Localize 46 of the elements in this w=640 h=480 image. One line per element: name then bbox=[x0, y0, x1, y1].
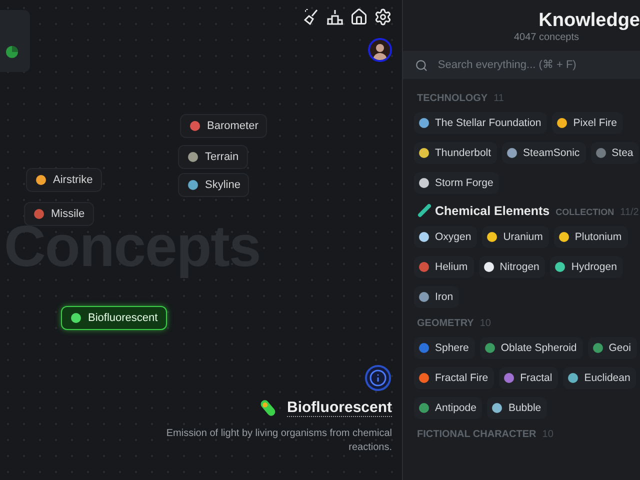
concept-chip[interactable]: Euclidean bbox=[563, 367, 636, 389]
section-title: FICTIONAL CHARACTER bbox=[417, 429, 536, 440]
section-title: GEOMETRY bbox=[417, 318, 474, 329]
concept-chip[interactable]: Nitrogen bbox=[478, 256, 546, 278]
settings-icon[interactable] bbox=[374, 8, 392, 26]
concept-chip[interactable]: Oxygen bbox=[414, 226, 478, 248]
section-title: TECHNOLOGY bbox=[417, 93, 488, 104]
concept-chip[interactable]: Helium bbox=[414, 256, 474, 278]
concept-chip[interactable]: SteamSonic bbox=[502, 142, 586, 164]
concept-description: Emission of light by living organisms from chemical reactions. bbox=[165, 427, 392, 455]
concept-chip[interactable]: Antipode bbox=[414, 397, 482, 419]
test-tube-icon bbox=[417, 204, 431, 218]
concept-count: 4047 concepts bbox=[514, 32, 580, 43]
search-bar[interactable]: Search everything... (⌘ + F) bbox=[403, 51, 640, 79]
concept-chip[interactable]: Hydrogen bbox=[550, 256, 623, 278]
concept-chip[interactable]: Fractal Fire bbox=[414, 367, 494, 389]
concept-chip[interactable]: The Stellar Foundation bbox=[414, 112, 548, 134]
concept-node[interactable]: Skyline bbox=[178, 173, 250, 197]
info-button[interactable] bbox=[365, 365, 391, 391]
concept-chip[interactable]: Geoi bbox=[588, 337, 637, 359]
concept-chip[interactable]: Bubble bbox=[487, 397, 548, 419]
concept-chip[interactable]: Uranium bbox=[482, 226, 549, 248]
panel-title: Knowledge bbox=[538, 10, 640, 32]
concept-chip[interactable]: Oblate Spheroid bbox=[480, 337, 583, 359]
concept-chip[interactable]: Fractal bbox=[499, 367, 558, 389]
concept-node[interactable]: Biofluorescent bbox=[61, 306, 167, 330]
search-icon bbox=[415, 58, 428, 72]
home-icon[interactable] bbox=[350, 8, 368, 26]
concept-chip[interactable]: Pixel Fire bbox=[552, 112, 623, 134]
concept-chip[interactable]: Stea bbox=[590, 142, 640, 164]
broom-icon[interactable] bbox=[302, 8, 320, 26]
avatar[interactable] bbox=[368, 38, 392, 62]
concept-chip[interactable]: Thunderbolt bbox=[414, 142, 498, 164]
concept-title: Biofluorescent bbox=[286, 399, 392, 417]
collection-title: Chemical Elements bbox=[435, 204, 550, 218]
concept-node[interactable]: Terrain bbox=[178, 145, 248, 169]
search-field[interactable]: Search everything... (⌘ + F) bbox=[436, 58, 628, 72]
concept-chip[interactable]: Sphere bbox=[414, 337, 475, 359]
podium-icon[interactable] bbox=[326, 8, 344, 26]
concept-chip[interactable]: Storm Forge bbox=[414, 172, 500, 194]
concept-chip[interactable]: Iron bbox=[414, 286, 460, 308]
concept-node[interactable]: Airstrike bbox=[26, 168, 102, 192]
collection-tag: COLLECTION bbox=[556, 207, 614, 217]
pie-icon bbox=[6, 46, 18, 58]
concept-chip[interactable]: Plutonium bbox=[554, 226, 628, 248]
concept-node[interactable]: Barometer bbox=[180, 114, 268, 138]
